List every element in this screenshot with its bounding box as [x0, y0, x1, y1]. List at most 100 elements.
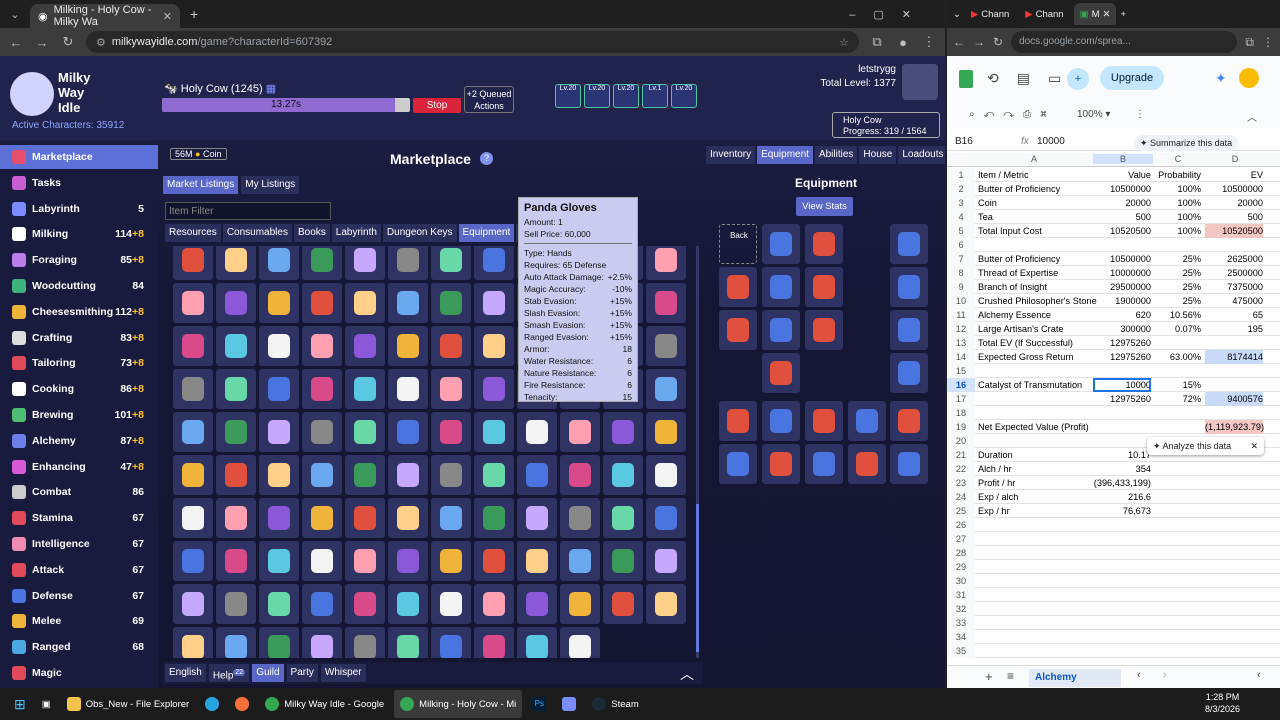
equipment-slot[interactable] [805, 310, 843, 350]
column-header-c[interactable]: C [1153, 154, 1203, 164]
market-item-cell[interactable] [474, 412, 514, 452]
chat-tab-help[interactable]: Help 22 [208, 664, 250, 682]
cell-b[interactable]: 10000 [1093, 378, 1151, 392]
browser-tab-sheets[interactable]: ▣ M ✕ [1073, 3, 1117, 25]
help-icon[interactable]: ? [480, 152, 493, 165]
market-item-cell[interactable] [345, 498, 385, 538]
market-item-cell[interactable] [302, 369, 342, 409]
taskbar-photoshop[interactable]: Ps [526, 690, 552, 718]
market-item-cell[interactable] [517, 541, 557, 581]
cell-d[interactable]: EV [1205, 168, 1263, 182]
row-number[interactable]: 25 [947, 504, 975, 518]
market-item-cell[interactable] [431, 498, 471, 538]
tab-house[interactable]: House [859, 146, 897, 164]
market-item-cell[interactable] [474, 326, 514, 366]
menu-icon[interactable]: ⋮ [1262, 35, 1274, 49]
cell-a[interactable]: Item / Metric [978, 168, 1029, 182]
close-tab-icon[interactable]: ✕ [1103, 9, 1111, 20]
market-item-cell[interactable] [345, 584, 385, 624]
market-item-cell[interactable] [431, 412, 471, 452]
taskbar-edge[interactable] [199, 690, 225, 718]
equipment-slot[interactable] [890, 267, 928, 307]
row-number[interactable]: 7 [947, 252, 975, 266]
chevron-up-icon[interactable]: ︿ [1247, 109, 1257, 124]
market-item-cell[interactable] [302, 584, 342, 624]
market-item-cell[interactable] [345, 455, 385, 495]
sidebar-item-melee[interactable]: Melee 69 [0, 609, 158, 633]
extensions-icon[interactable]: ⧉ [869, 34, 885, 50]
cell-b[interactable]: 12975260 [1093, 392, 1151, 406]
market-item-cell[interactable] [474, 246, 514, 280]
cell-d[interactable]: 195 [1205, 322, 1263, 336]
cell-b[interactable]: 620 [1093, 308, 1151, 322]
address-bar[interactable]: docs.google.com/sprea... [1011, 31, 1238, 53]
market-item-cell[interactable] [259, 498, 299, 538]
market-item-cell[interactable] [216, 498, 256, 538]
stop-button[interactable]: Stop [413, 98, 461, 113]
market-item-cell[interactable] [216, 326, 256, 366]
cell-b[interactable]: 20000 [1093, 196, 1151, 210]
row-number[interactable]: 24 [947, 490, 975, 504]
cell-c[interactable]: 100% [1153, 224, 1202, 238]
row-number[interactable]: 4 [947, 210, 975, 224]
browser-tab-channel-1[interactable]: ▶ Chann [964, 3, 1016, 25]
market-item-cell[interactable] [517, 627, 557, 658]
cell-a[interactable]: Thread of Expertise [978, 266, 1058, 280]
market-item-cell[interactable] [345, 369, 385, 409]
market-item-cell[interactable] [560, 498, 600, 538]
market-item-cell[interactable] [302, 455, 342, 495]
equipment-slot[interactable] [805, 401, 843, 441]
back-icon[interactable]: ← [8, 35, 24, 50]
history-comment-meet-icons[interactable]: ⟲▤▭ [987, 70, 1079, 87]
market-item-cell[interactable] [345, 627, 385, 658]
cell-b[interactable]: 12975260 [1093, 336, 1151, 350]
chevron-up-icon[interactable]: ︿ [680, 664, 694, 684]
row-number[interactable]: 28 [947, 546, 975, 560]
sidebar-item-intelligence[interactable]: Intelligence 67 [0, 532, 158, 556]
equipment-slot[interactable] [719, 267, 757, 307]
cell-d[interactable]: 65 [1205, 308, 1263, 322]
market-item-cell[interactable] [345, 326, 385, 366]
row-number[interactable]: 16 [947, 378, 975, 392]
market-item-cell[interactable] [216, 627, 256, 658]
market-item-cell[interactable] [431, 584, 471, 624]
sidebar-item-enhancing[interactable]: Enhancing 47+8 [0, 455, 158, 479]
equipment-slot[interactable] [719, 401, 757, 441]
sidebar-item-milking[interactable]: Milking 114+8 [0, 222, 158, 246]
market-item-cell[interactable] [560, 584, 600, 624]
new-tab-icon[interactable]: + [1120, 9, 1126, 20]
tab-consumables[interactable]: Consumables [222, 224, 292, 242]
equipment-slot[interactable] [890, 224, 928, 264]
tab-books[interactable]: Books [293, 224, 330, 242]
market-item-cell[interactable] [474, 627, 514, 658]
market-item-cell[interactable] [345, 283, 385, 323]
column-header-d[interactable]: D [1203, 154, 1267, 164]
cell-a[interactable]: Crushed Philosopher's Stone [978, 294, 1097, 308]
row-number[interactable]: 27 [947, 532, 975, 546]
tab-market-listings[interactable]: Market Listings [163, 176, 239, 194]
cell-b[interactable]: 300000 [1093, 322, 1151, 336]
market-item-cell[interactable] [173, 541, 213, 581]
equipment-slot[interactable] [762, 224, 800, 264]
column-header-a[interactable]: A [975, 154, 1093, 164]
market-item-cell[interactable] [603, 412, 643, 452]
forward-icon[interactable]: → [973, 35, 985, 49]
cell-c[interactable]: 25% [1153, 280, 1201, 294]
sheets-logo-icon[interactable] [959, 70, 973, 88]
market-item-cell[interactable] [259, 541, 299, 581]
market-item-cell[interactable] [259, 283, 299, 323]
cell-b[interactable]: 29500000 [1093, 280, 1151, 294]
cell-d[interactable]: 475000 [1205, 294, 1263, 308]
tab-equipment[interactable]: Equipment [458, 224, 515, 242]
market-item-cell[interactable] [345, 246, 385, 280]
market-item-cell[interactable] [388, 627, 428, 658]
equipment-slot[interactable] [890, 310, 928, 350]
cell-d[interactable]: 10500000 [1205, 182, 1263, 196]
equipment-slot[interactable] [805, 444, 843, 484]
cell-b[interactable]: 10.17 [1093, 448, 1151, 462]
market-item-cell[interactable] [216, 369, 256, 409]
market-item-cell[interactable] [517, 455, 557, 495]
row-number[interactable]: 10 [947, 294, 975, 308]
sidebar-item-attack[interactable]: Attack 67 [0, 558, 158, 582]
cell-a[interactable]: Exp / alch [978, 490, 1018, 504]
